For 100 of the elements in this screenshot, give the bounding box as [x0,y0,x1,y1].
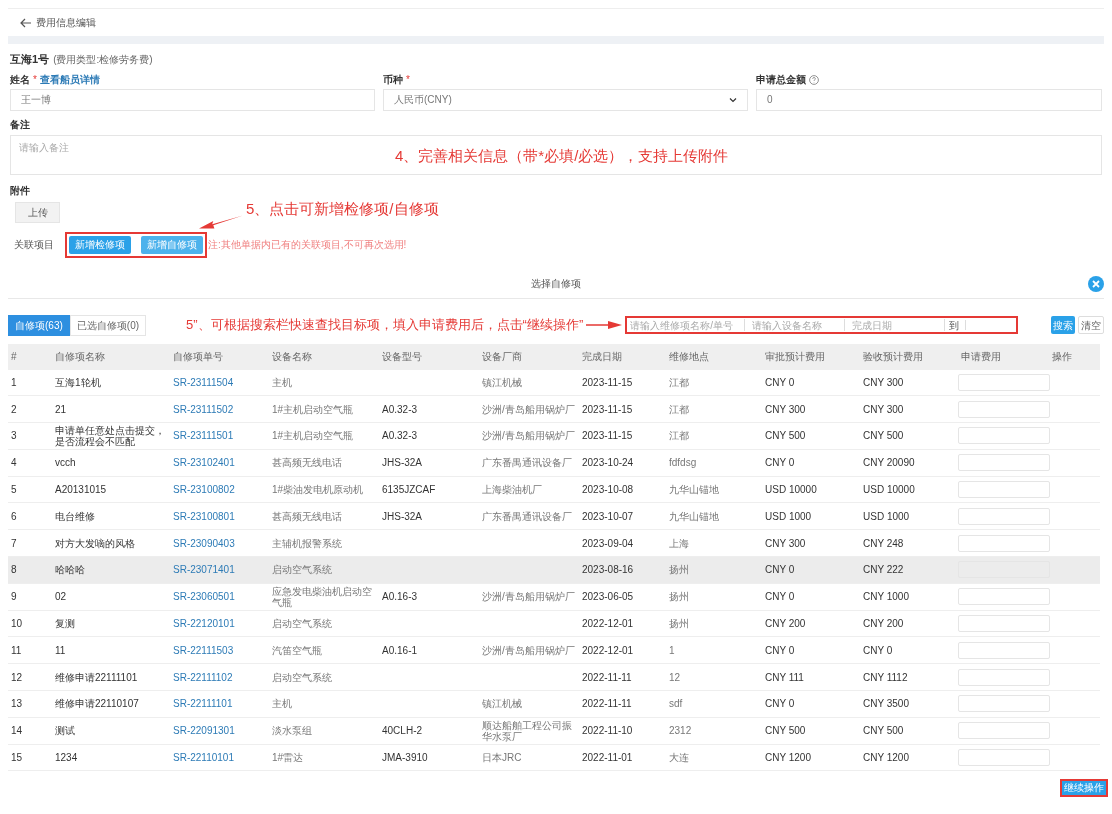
fee-field[interactable] [958,427,1050,445]
column-header: 审批预计费用 [764,350,826,364]
table-cell-text: 02 [54,591,68,603]
add-item-button[interactable]: 新增检修项 [69,235,131,254]
continue-button[interactable]: 继续操作 [1062,781,1106,796]
text-field[interactable]: 王一博 [10,88,375,111]
fee-field[interactable] [958,615,1050,633]
table-cell-text: 扬州 [668,591,690,603]
table-cell-text: 1#柴油发电机原动机 [271,484,365,496]
item-number-link[interactable]: SR-22110101 [170,752,269,764]
table-cell-text: 11 [10,644,23,656]
table-cell-text: CNY 0 [764,457,796,469]
table-cell-text: 测试 [54,725,76,737]
item-number-link[interactable]: SR-23060501 [170,591,269,603]
text-field[interactable]: 0 [756,88,1102,111]
table-cell-text: 大连 [668,752,690,764]
table-cell-text: 3 [10,430,18,442]
table-cell-text: 甚高频无线电话 [271,510,343,522]
fee-field[interactable] [958,749,1050,767]
field-label: 申请总金额 [756,73,806,87]
search-button[interactable]: 搜索 [1051,316,1075,334]
range-separator: 到 [949,318,960,333]
currency-select[interactable]: 人民币(CNY) [383,88,748,111]
item-number-link[interactable]: SR-23100802 [170,484,269,496]
fee-field[interactable] [958,695,1050,713]
search-field[interactable]: 请输入维修项名称/单号 [627,319,746,331]
upload-button[interactable]: 上传 [15,201,60,223]
table-cell-text: 甚高频无线电话 [271,457,343,469]
note-text: 注:其他单据内已有的关联项目,不可再次选用! [208,238,407,252]
item-number-link[interactable]: SR-23111502 [170,403,269,415]
table-cell-text: 2023-10-07 [581,510,635,522]
column-header: 设备名称 [271,350,313,364]
crew-details-link[interactable]: 查看船员详情 [39,72,100,87]
table-cell-text: 复测 [54,618,76,630]
table-cell-text: 申请单任意处点击提交，是否流程会不匹配 [54,425,166,447]
table-cell-text: 2022-11-11 [581,698,633,710]
fee-field[interactable] [958,400,1050,418]
tab[interactable]: 自修项(63) [8,314,70,336]
table-cell-text: 江都 [668,376,690,388]
item-number-link[interactable]: SR-22091301 [170,725,269,737]
table-cell-text: 扬州 [668,618,690,630]
page-title: 费用信息编辑 [36,16,96,30]
table-cell-text: 40CLH-2 [381,725,424,737]
item-number-link[interactable]: SR-23071401 [170,564,269,576]
tab[interactable]: 已选自修项(0) [69,314,147,336]
item-number-link[interactable]: SR-23102401 [170,457,269,469]
table-cell-text: 淡水泵组 [271,725,313,737]
field-label: 备注 [10,117,31,132]
fee-field[interactable] [958,373,1050,391]
table-cell-text: 九华山锚地 [668,484,720,496]
item-number-link[interactable]: SR-22111101 [170,698,269,710]
table-cell-text: 上海 [668,537,690,549]
field-label: 附件 [10,183,31,198]
close-icon[interactable] [1088,275,1104,292]
fee-field[interactable] [958,454,1050,472]
fee-field[interactable] [958,722,1050,740]
clear-button[interactable]: 清空 [1078,316,1104,334]
help-icon[interactable] [809,74,819,85]
table-cell-text: CNY 200 [862,618,905,630]
fee-field[interactable] [958,668,1050,686]
item-number-link[interactable]: SR-22120101 [170,618,269,630]
arrow-icon [586,320,623,330]
fee-field[interactable] [958,588,1050,606]
table-cell-text: 1 [10,376,18,388]
annotation-text: 4、完善相关信息（带*必填/必选），支持上传附件 [395,145,729,166]
search-field[interactable]: 完成日期 [849,319,946,331]
table-cell-text: 1234 [54,752,79,764]
table-cell-text: 2023-08-16 [581,564,635,576]
item-number-link[interactable]: SR-23111501 [170,430,269,442]
table-cell-text: 4 [10,457,18,469]
fee-field[interactable] [958,534,1050,552]
table-cell-text: CNY 0 [764,376,796,388]
table-cell-text: 哈哈哈 [54,564,86,576]
table-cell-text: JHS-32A [381,457,423,469]
table-cell-text: 12 [668,671,682,683]
search-field[interactable]: 请输入设备名称 [749,319,846,331]
table-cell-text: CNY 1000 [862,591,910,603]
back-arrow-icon[interactable] [20,16,32,29]
table-cell-text: A0.16-3 [381,591,419,603]
table-cell-text: CNY 300 [862,376,905,388]
table-cell-text: 沙洲/青岛船用锅炉厂 [481,430,576,442]
fee-field[interactable] [958,507,1050,525]
table-cell-text: 主机 [271,376,293,388]
table-cell-text: 14 [10,725,24,737]
column-header: 申请费用 [960,350,1002,364]
fee-field[interactable] [958,481,1050,499]
dialog-title: 选择自修项 [531,276,581,291]
table-cell-text: USD 1000 [764,510,813,522]
table-cell-text: JMA-3910 [381,752,429,764]
table-cell-text: CNY 248 [862,537,905,549]
table-cell-text: 启动空气系统 [271,564,333,576]
item-number-link[interactable]: SR-23090403 [170,537,269,549]
item-number-link[interactable]: SR-22111503 [170,644,269,656]
item-number-link[interactable]: SR-23100801 [170,510,269,522]
table-cell-text: CNY 500 [764,725,807,737]
fee-field[interactable] [958,641,1050,659]
item-number-link[interactable]: SR-22111102 [170,671,269,683]
table-cell-text: 1#雷达 [271,752,305,764]
table-row[interactable]: 8 哈哈哈 SR-23071401 启动空气系统 2023-08-16 扬州 CNY 0 CNY 222 [8,557,1100,584]
item-number-link[interactable]: SR-23111504 [170,376,269,388]
